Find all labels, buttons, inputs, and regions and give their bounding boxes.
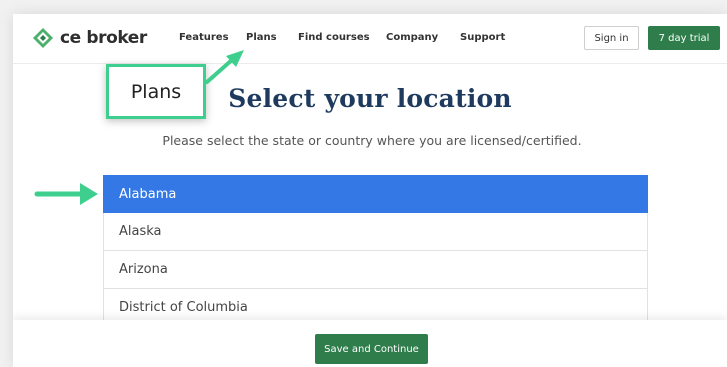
nav-features[interactable]: Features bbox=[179, 32, 229, 43]
nav-find-courses[interactable]: Find courses bbox=[298, 32, 370, 43]
state-list: Alabama Alaska Arizona District of Colum… bbox=[103, 175, 648, 327]
site-header: ce broker Features Plans Find courses Co… bbox=[13, 14, 727, 64]
nav-company[interactable]: Company bbox=[386, 32, 438, 43]
nav-plans[interactable]: Plans bbox=[246, 32, 277, 43]
footer-bar: Save and Continue bbox=[13, 320, 727, 367]
nav-support[interactable]: Support bbox=[460, 32, 505, 43]
page-subtitle: Please select the state or country where… bbox=[162, 133, 582, 148]
state-option-alabama[interactable]: Alabama bbox=[103, 175, 648, 213]
logo-text: ce broker bbox=[60, 28, 147, 48]
state-option-alaska[interactable]: Alaska bbox=[103, 213, 648, 251]
save-and-continue-button[interactable]: Save and Continue bbox=[315, 334, 428, 364]
plans-callout: Plans bbox=[106, 64, 206, 119]
trial-button[interactable]: 7 day trial bbox=[648, 26, 720, 50]
logo[interactable]: ce broker bbox=[32, 25, 147, 51]
state-option-arizona[interactable]: Arizona bbox=[103, 251, 648, 289]
cebroker-logo-icon bbox=[33, 28, 53, 48]
sign-in-button[interactable]: Sign in bbox=[584, 26, 639, 50]
